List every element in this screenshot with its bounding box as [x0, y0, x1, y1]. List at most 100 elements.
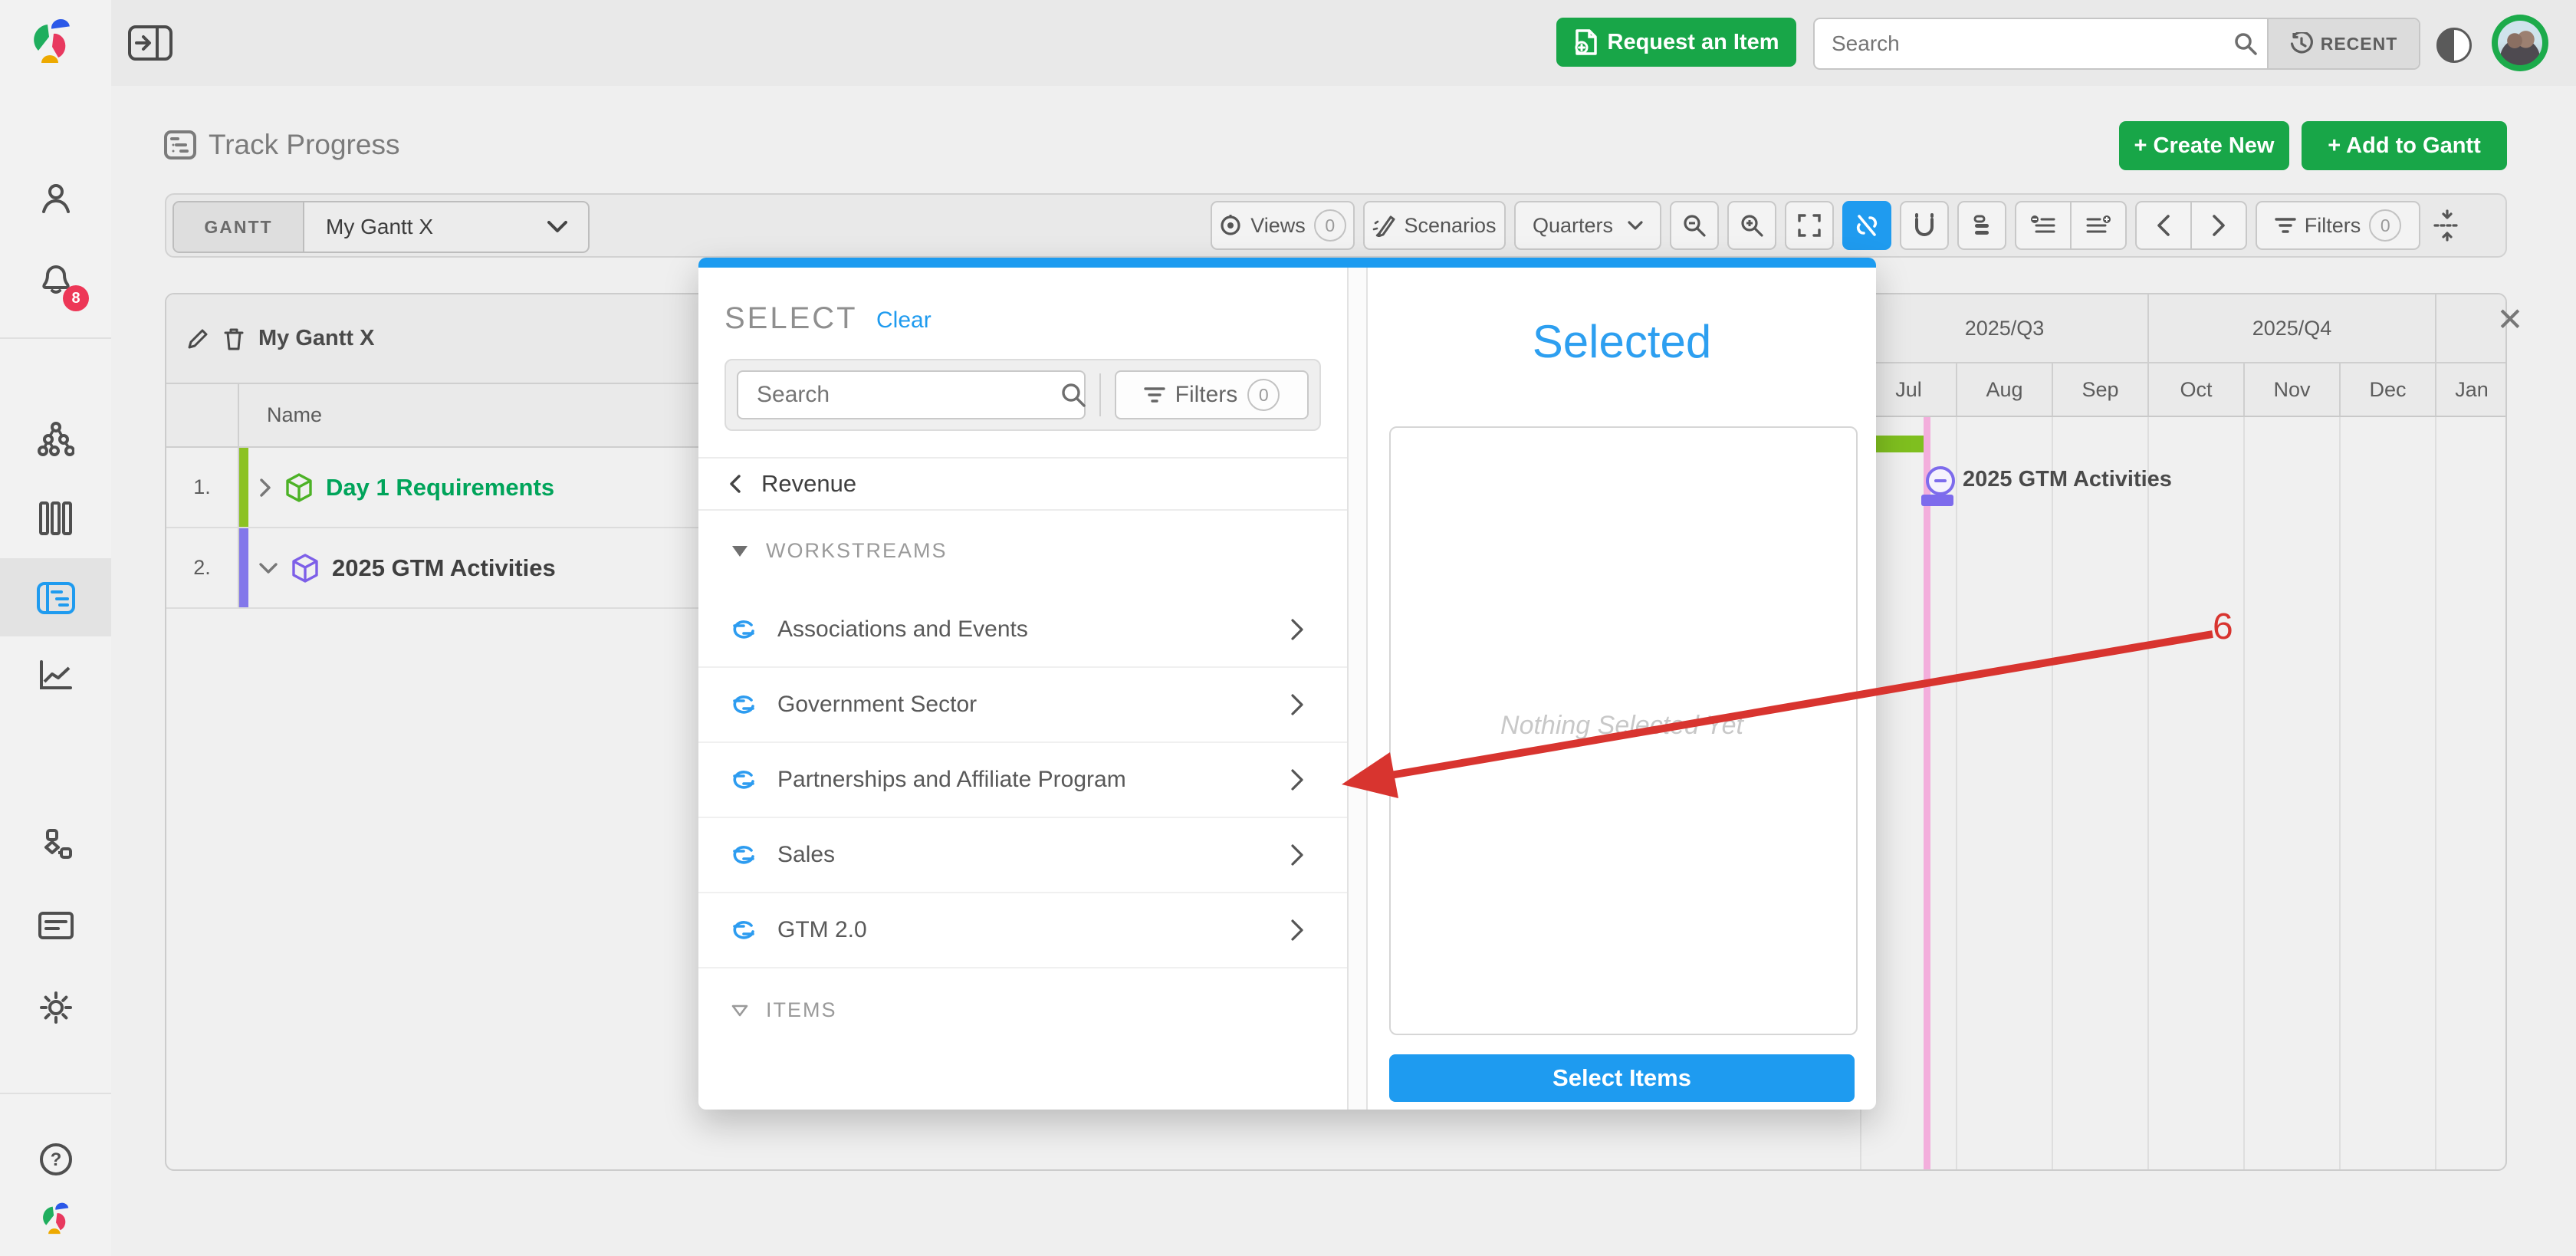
task-bar-2025-gtm[interactable] — [1921, 495, 1953, 506]
chevron-right-icon[interactable] — [258, 478, 272, 498]
grid-line — [2052, 417, 2053, 1171]
name-column-header[interactable]: Name — [239, 384, 322, 446]
create-new-button[interactable]: + Create New — [2119, 121, 2289, 170]
filters-button[interactable]: Filters 0 — [2256, 201, 2420, 250]
scenarios-icon — [1372, 214, 1395, 237]
select-pane: SELECT Clear Filters 0 Revenue WORKSTREA… — [698, 268, 1347, 1110]
row-density-button[interactable] — [1957, 201, 2006, 250]
app-logo[interactable] — [31, 18, 74, 66]
search-icon[interactable] — [2224, 19, 2267, 68]
hierarchy-icon[interactable] — [0, 409, 111, 468]
gantt-selector[interactable]: GANTT My Gantt X — [172, 201, 590, 253]
table-row[interactable]: 2. 2025 GTM Activities — [166, 528, 722, 609]
recent-button[interactable]: RECENT — [2267, 19, 2419, 68]
collapse-panel-icon[interactable] — [127, 25, 173, 61]
views-count-badge: 0 — [1314, 209, 1346, 242]
filter-icon — [1144, 386, 1165, 404]
list-item-workstream[interactable]: Associations and Events — [698, 593, 1347, 668]
select-modal: SELECT Clear Filters 0 Revenue WORKSTREA… — [698, 258, 1876, 1110]
zoom-out-button[interactable] — [1670, 201, 1719, 250]
collapse-rows-button[interactable] — [2429, 209, 2466, 242]
chart-icon[interactable] — [0, 646, 111, 704]
modal-title: SELECT — [724, 301, 858, 336]
columns-board-icon[interactable] — [0, 489, 111, 547]
clock-icon — [2290, 32, 2313, 55]
global-search: RECENT — [1813, 18, 2420, 70]
modal-scrollbar[interactable] — [1347, 268, 1368, 1110]
user-avatar[interactable] — [2492, 15, 2548, 71]
quarter-cell: 2025/Q3 — [1860, 294, 2147, 362]
theme-contrast-toggle[interactable] — [2436, 28, 2472, 63]
add-to-gantt-button[interactable]: + Add to Gantt — [2302, 121, 2507, 170]
sidebar-divider — [0, 337, 111, 339]
dependencies-toggle-button[interactable] — [1842, 201, 1891, 250]
month-cell: Oct — [2147, 363, 2243, 416]
chevron-right-icon — [1290, 919, 1304, 942]
request-an-item-button[interactable]: Request an Item — [1556, 18, 1796, 67]
magnet-snap-button[interactable] — [1900, 201, 1949, 250]
column-header-row: Name — [166, 384, 722, 448]
list-item-workstream[interactable]: Partnerships and Affiliate Program — [698, 743, 1347, 818]
collapse-outline-button[interactable] — [2016, 202, 2070, 248]
views-icon — [1219, 214, 1242, 237]
list-item-workstream[interactable]: GTM 2.0 — [698, 893, 1347, 968]
chevron-right-icon — [1290, 843, 1304, 866]
section-items[interactable]: ITEMS — [698, 968, 1347, 1052]
close-icon[interactable]: ✕ — [2493, 302, 2527, 336]
row-number: 1. — [166, 448, 239, 527]
timescale-select[interactable]: Quarters — [1514, 201, 1661, 250]
workflow-icon[interactable] — [0, 816, 111, 874]
workstream-cycle-icon — [730, 841, 757, 869]
sidebar-divider — [0, 1093, 111, 1094]
select-items-button[interactable]: Select Items — [1389, 1054, 1855, 1102]
selected-title: Selected — [1368, 315, 1876, 368]
footer-logo — [0, 1190, 111, 1248]
notifications-bell-icon[interactable] — [0, 250, 111, 308]
chevron-right-icon[interactable] — [2190, 202, 2246, 248]
modal-search-input[interactable] — [738, 382, 1060, 408]
clear-link[interactable]: Clear — [876, 307, 932, 334]
modal-filters-button[interactable]: Filters 0 — [1115, 370, 1309, 419]
modal-search-bar: Filters 0 — [724, 359, 1321, 431]
grid-line — [2339, 417, 2341, 1171]
breadcrumb-back-revenue[interactable]: Revenue — [698, 459, 1347, 509]
chevron-left-icon[interactable] — [2137, 202, 2190, 248]
page-title: Track Progress — [164, 129, 399, 161]
chevron-down-icon — [527, 202, 588, 252]
fullscreen-button[interactable] — [1785, 201, 1834, 250]
row-label[interactable]: Day 1 Requirements — [326, 474, 554, 501]
collapse-task-icon[interactable] — [1926, 466, 1955, 495]
month-cell: Dec — [2339, 363, 2435, 416]
settings-gear-icon[interactable] — [0, 978, 111, 1037]
gantt-view-icon[interactable] — [0, 569, 111, 627]
month-cell: Nov — [2243, 363, 2339, 416]
scenarios-button[interactable]: Scenarios — [1363, 201, 1506, 250]
cube-icon — [284, 472, 314, 503]
list-item-workstream[interactable]: Government Sector — [698, 668, 1347, 743]
table-row[interactable]: 1. Day 1 Requirements — [166, 448, 722, 528]
zoom-in-button[interactable] — [1727, 201, 1776, 250]
list-item-workstream[interactable]: Sales — [698, 818, 1347, 893]
workstream-cycle-icon — [730, 916, 757, 944]
workstream-cycle-icon — [730, 766, 757, 794]
chevron-down-icon[interactable] — [258, 561, 278, 575]
track-progress-icon — [164, 130, 196, 159]
row-color-bar — [239, 448, 248, 527]
workstream-cycle-icon — [730, 691, 757, 718]
section-workstreams[interactable]: WORKSTREAMS — [698, 509, 1347, 593]
edit-pencil-icon[interactable] — [186, 327, 209, 350]
notes-icon[interactable] — [0, 896, 111, 955]
help-icon[interactable]: ? — [0, 1130, 111, 1189]
row-label[interactable]: 2025 GTM Activities — [332, 554, 556, 582]
trash-icon[interactable] — [223, 327, 245, 351]
views-button[interactable]: Views 0 — [1211, 201, 1355, 250]
expand-outline-button[interactable] — [2070, 202, 2125, 248]
notification-badge: 8 — [63, 285, 89, 311]
gantt-toolbar: GANTT My Gantt X Views 0 Scenarios Quart… — [165, 193, 2507, 258]
chevron-right-icon — [1290, 618, 1304, 641]
search-icon[interactable] — [1060, 382, 1100, 408]
profile-icon[interactable] — [0, 169, 111, 227]
row-number-header — [166, 384, 239, 446]
global-search-input[interactable] — [1815, 19, 2224, 68]
cube-icon — [291, 553, 320, 584]
